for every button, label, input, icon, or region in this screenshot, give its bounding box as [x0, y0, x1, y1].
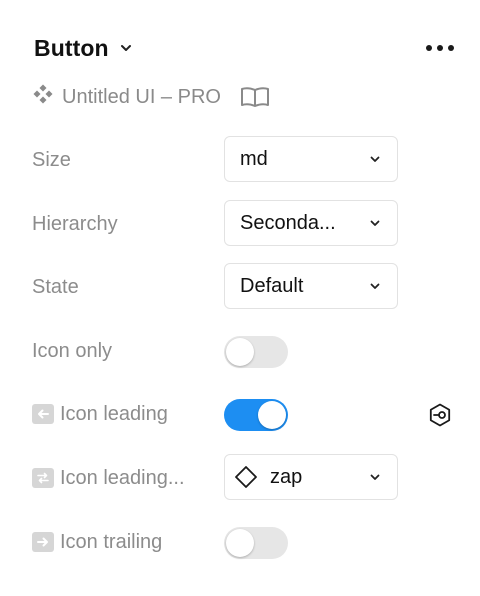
size-value: md [240, 147, 268, 170]
chevron-down-icon [369, 472, 381, 482]
toggle-knob [226, 338, 254, 366]
icon-leading-toggle[interactable] [224, 399, 288, 431]
toggle-knob [226, 529, 254, 557]
chevron-down-icon [369, 154, 381, 164]
properties-panel: Button Untitled UI – PRO Size md Hierarc… [0, 0, 480, 596]
property-label-icon-leading: Icon leading [32, 390, 168, 438]
hierarchy-value: Seconda... [240, 211, 336, 234]
property-label-icon-only: Icon only [32, 339, 113, 362]
property-row-icon-trailing: Icon trailing [32, 518, 462, 566]
chevron-down-icon [119, 41, 133, 55]
property-label-icon-trailing: Icon trailing [32, 518, 162, 566]
diamond-icon [234, 465, 258, 489]
property-label-state: State [32, 275, 79, 298]
book-icon[interactable] [239, 85, 271, 109]
component-name-dropdown[interactable]: Button [34, 30, 133, 66]
property-row-state: State Default [32, 263, 462, 311]
property-label-size: Size [32, 148, 71, 171]
property-row-hierarchy: Hierarchy Seconda... [32, 200, 462, 248]
toggle-knob [258, 401, 286, 429]
state-value: Default [240, 274, 304, 297]
icon-only-toggle[interactable] [224, 336, 288, 368]
library-name: Untitled UI – PRO [62, 85, 221, 108]
state-select[interactable]: Default [224, 263, 398, 309]
more-options-button[interactable] [420, 34, 460, 62]
property-row-size: Size md [32, 136, 462, 184]
swap-icon [32, 468, 54, 488]
size-select[interactable]: md [224, 136, 398, 182]
property-row-icon-only: Icon only [32, 327, 462, 375]
property-label-icon-leading-swap: Icon leading... [32, 454, 185, 502]
component-icon [32, 83, 54, 111]
arrow-left-icon [32, 404, 54, 424]
property-row-icon-leading: Icon leading [32, 390, 462, 438]
library-link[interactable]: Untitled UI – PRO [32, 82, 271, 112]
icon-leading-swap-value: zap [270, 465, 303, 488]
icon-leading-swap-select[interactable]: zap [224, 454, 398, 500]
component-title: Button [34, 34, 109, 61]
chevron-down-icon [369, 281, 381, 291]
icon-trailing-toggle[interactable] [224, 527, 288, 559]
property-row-icon-leading-swap: Icon leading... zap [32, 454, 462, 502]
chevron-down-icon [369, 218, 381, 228]
hierarchy-select[interactable]: Seconda... [224, 200, 398, 246]
more-horizontal-icon [426, 45, 432, 51]
arrow-right-icon [32, 532, 54, 552]
disconnect-icon[interactable] [426, 401, 454, 429]
property-label-hierarchy: Hierarchy [32, 212, 118, 235]
